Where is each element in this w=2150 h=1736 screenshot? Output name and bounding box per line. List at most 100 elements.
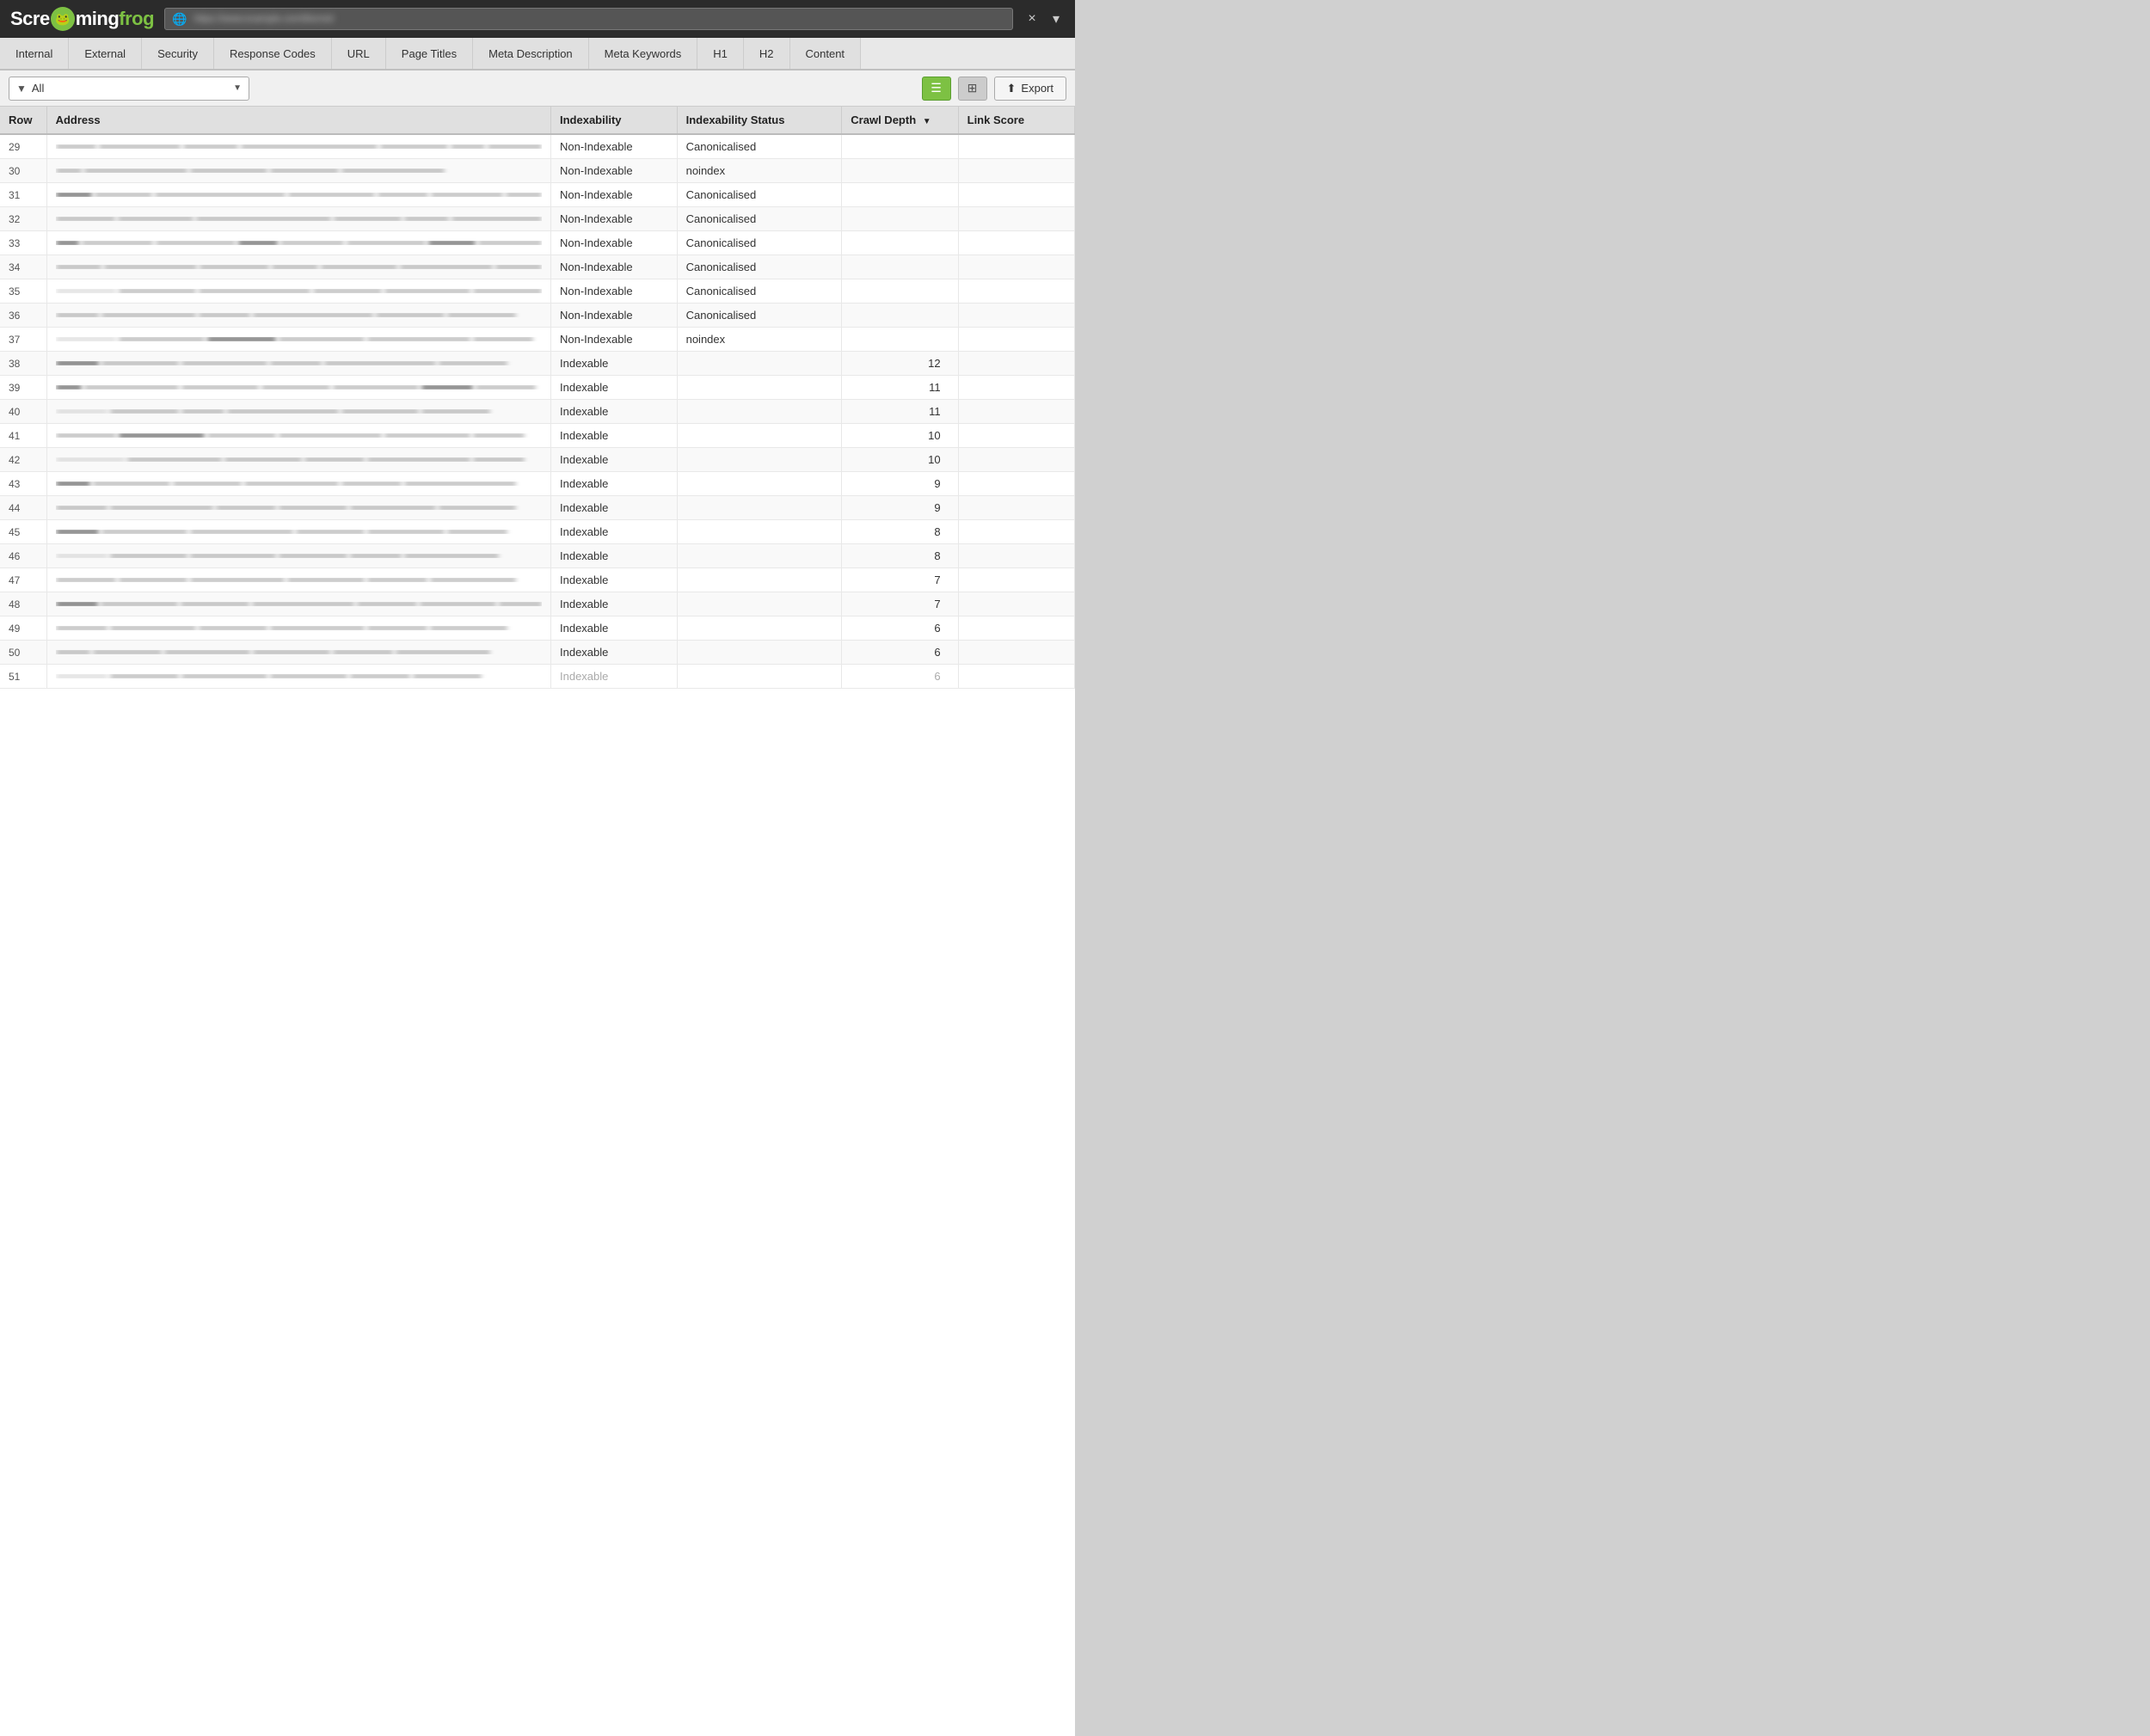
cell-indexability: Indexable [551, 424, 678, 448]
table-row: 37Non-Indexablenoindex [0, 328, 1075, 352]
table-row: 43Indexable9 [0, 472, 1075, 496]
tab-external[interactable]: External [69, 38, 142, 69]
cell-crawl-depth [842, 183, 958, 207]
cell-row-num: 34 [0, 255, 46, 279]
cell-indexability-status: Canonicalised [677, 231, 842, 255]
table-row: 32Non-IndexableCanonicalised [0, 207, 1075, 231]
table-header-row: Row Address Indexability Indexability St… [0, 107, 1075, 134]
tab-h1[interactable]: H1 [697, 38, 744, 69]
cell-crawl-depth [842, 328, 958, 352]
cell-indexability: Indexable [551, 520, 678, 544]
tab-page-titles[interactable]: Page Titles [386, 38, 473, 69]
logo-text-scre: Scre [10, 8, 50, 30]
cell-row-num: 48 [0, 592, 46, 616]
col-header-address: Address [46, 107, 550, 134]
view-tree-button[interactable]: ⊞ [958, 77, 987, 101]
cell-indexability-status [677, 400, 842, 424]
cell-indexability: Non-Indexable [551, 231, 678, 255]
cell-indexability: Non-Indexable [551, 134, 678, 159]
cell-crawl-depth: 12 [842, 352, 958, 376]
logo-text-mingfrog: mingfrog [76, 8, 154, 30]
cell-indexability-status [677, 544, 842, 568]
nav-tabs: Internal External Security Response Code… [0, 38, 1075, 71]
cell-address [46, 352, 550, 376]
cell-crawl-depth: 8 [842, 520, 958, 544]
cell-crawl-depth: 11 [842, 400, 958, 424]
cell-indexability-status [677, 641, 842, 665]
cell-link-score [958, 448, 1074, 472]
cell-link-score [958, 544, 1074, 568]
table-row: 44Indexable9 [0, 496, 1075, 520]
cell-address [46, 207, 550, 231]
cell-indexability: Indexable [551, 544, 678, 568]
cell-indexability: Non-Indexable [551, 304, 678, 328]
cell-row-num: 40 [0, 400, 46, 424]
export-label: Export [1021, 82, 1054, 95]
tab-url[interactable]: URL [332, 38, 386, 69]
cell-crawl-depth [842, 279, 958, 304]
cell-indexability-status: Canonicalised [677, 134, 842, 159]
cell-indexability: Indexable [551, 448, 678, 472]
cell-address [46, 328, 550, 352]
col-header-link-score[interactable]: Link Score [958, 107, 1074, 134]
cell-row-num: 42 [0, 448, 46, 472]
cell-indexability: Non-Indexable [551, 328, 678, 352]
cell-indexability: Indexable [551, 568, 678, 592]
cell-address [46, 544, 550, 568]
tab-content[interactable]: Content [790, 38, 862, 69]
cell-indexability-status [677, 352, 842, 376]
cell-crawl-depth [842, 207, 958, 231]
cell-indexability-status: Canonicalised [677, 183, 842, 207]
cell-address [46, 159, 550, 183]
col-header-crawl-depth[interactable]: Crawl Depth ▼ [842, 107, 958, 134]
cell-crawl-depth: 10 [842, 448, 958, 472]
col-header-indexability[interactable]: Indexability [551, 107, 678, 134]
url-bar[interactable]: 🌐 https://www.example.com/blurred [164, 8, 1013, 30]
cell-row-num: 39 [0, 376, 46, 400]
filter-dropdown[interactable]: ▼ All ▼ [9, 77, 249, 101]
cell-address [46, 641, 550, 665]
data-table-container[interactable]: Row Address Indexability Indexability St… [0, 107, 1075, 1736]
tab-internal[interactable]: Internal [0, 38, 69, 69]
cell-link-score [958, 134, 1074, 159]
cell-row-num: 49 [0, 616, 46, 641]
cell-indexability: Indexable [551, 352, 678, 376]
col-header-indexability-status[interactable]: Indexability Status [677, 107, 842, 134]
cell-address [46, 400, 550, 424]
cell-row-num: 37 [0, 328, 46, 352]
cell-link-score [958, 183, 1074, 207]
export-button[interactable]: ⬆ Export [994, 77, 1066, 101]
cell-indexability: Indexable [551, 472, 678, 496]
cell-row-num: 38 [0, 352, 46, 376]
tab-h2[interactable]: H2 [744, 38, 790, 69]
cell-row-num: 32 [0, 207, 46, 231]
cell-address [46, 568, 550, 592]
view-list-button[interactable]: ☰ [922, 77, 951, 101]
export-icon: ⬆ [1007, 82, 1017, 95]
cell-indexability-status: noindex [677, 159, 842, 183]
tab-meta-keywords[interactable]: Meta Keywords [589, 38, 698, 69]
cell-address [46, 424, 550, 448]
tab-response-codes[interactable]: Response Codes [214, 38, 332, 69]
tab-meta-description[interactable]: Meta Description [473, 38, 589, 69]
cell-indexability: Non-Indexable [551, 255, 678, 279]
cell-link-score [958, 304, 1074, 328]
cell-address [46, 231, 550, 255]
dropdown-button[interactable]: ▾ [1047, 10, 1065, 28]
cell-indexability-status [677, 424, 842, 448]
table-row: 51Indexable6 [0, 665, 1075, 689]
logo-frog-icon: 🐸 [51, 7, 75, 31]
cell-indexability-status [677, 568, 842, 592]
list-view-icon: ☰ [931, 81, 942, 95]
table-row: 50Indexable6 [0, 641, 1075, 665]
cell-row-num: 35 [0, 279, 46, 304]
filter-arrow-icon: ▼ [233, 83, 242, 93]
cell-link-score [958, 352, 1074, 376]
close-button[interactable]: × [1023, 10, 1041, 28]
cell-indexability: Indexable [551, 592, 678, 616]
cell-indexability-status [677, 448, 842, 472]
table-row: 41Indexable10 [0, 424, 1075, 448]
table-row: 31Non-IndexableCanonicalised [0, 183, 1075, 207]
cell-indexability: Non-Indexable [551, 279, 678, 304]
tab-security[interactable]: Security [142, 38, 214, 69]
